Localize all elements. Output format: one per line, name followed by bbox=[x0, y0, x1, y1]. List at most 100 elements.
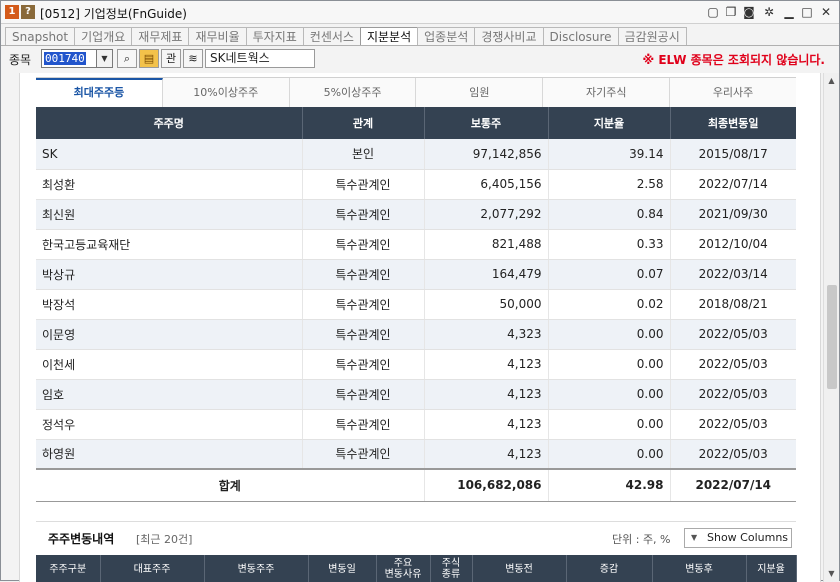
section-divider bbox=[36, 521, 796, 522]
table-cell: 0.00 bbox=[548, 439, 671, 470]
table-cell: 2022/05/03 bbox=[670, 379, 796, 410]
column-header[interactable]: 관계 bbox=[302, 107, 425, 139]
table-cell: 2022/05/03 bbox=[670, 439, 796, 470]
total-cell: 2022/07/14 bbox=[670, 468, 796, 502]
table-cell: 2.58 bbox=[548, 169, 671, 200]
table-cell: 2012/10/04 bbox=[670, 229, 796, 260]
table-cell: 4,123 bbox=[424, 379, 549, 410]
table-row[interactable]: 정석우 특수관계인 4,123 0.00 2022/05/03 bbox=[36, 409, 796, 440]
tab-financial-ratios[interactable]: 재무비율 bbox=[188, 27, 247, 46]
help-badge[interactable]: ? bbox=[21, 5, 35, 19]
subtab-treasury-stock[interactable]: 자기주식 bbox=[543, 78, 671, 108]
table-row[interactable]: 박장석 특수관계인 50,000 0.02 2018/08/21 bbox=[36, 289, 796, 320]
search-icon[interactable]: ⌕ bbox=[117, 49, 137, 68]
table-cell: 0.33 bbox=[548, 229, 671, 260]
scroll-up-icon[interactable]: ▲ bbox=[824, 73, 839, 89]
column-header[interactable]: 주주구분 bbox=[36, 555, 101, 582]
table-cell: 특수관계인 bbox=[302, 409, 425, 440]
subtab-5pct-shareholders[interactable]: 5%이상주주 bbox=[289, 78, 417, 108]
tab-consensus[interactable]: 컨센서스 bbox=[302, 27, 361, 46]
subtab-major-shareholders[interactable]: 최대주주등 bbox=[36, 78, 163, 108]
tab-investment-indicators[interactable]: 투자지표 bbox=[245, 27, 304, 46]
stock-code-input[interactable]: 001740 bbox=[41, 49, 97, 68]
table-row[interactable]: 이문영 특수관계인 4,323 0.00 2022/05/03 bbox=[36, 319, 796, 350]
minimize-icon[interactable]: ▁ bbox=[781, 4, 797, 20]
table-cell: 특수관계인 bbox=[302, 199, 425, 230]
section-subtitle: [최근 20건] bbox=[136, 533, 193, 546]
column-header[interactable]: 주식 종류 bbox=[430, 555, 473, 582]
table-header-row: 주주명 관계 보통주 지분율 최종변동일 bbox=[36, 107, 796, 139]
table-cell: 97,142,856 bbox=[424, 139, 549, 170]
column-header[interactable]: 변동후 bbox=[652, 555, 747, 582]
close-icon[interactable]: ✕ bbox=[818, 4, 834, 20]
layout-icon[interactable]: ▢ bbox=[705, 4, 721, 20]
table-row[interactable]: 한국고등교육재단 특수관계인 821,488 0.33 2012/10/04 bbox=[36, 229, 796, 260]
table-cell: 정석우 bbox=[36, 409, 303, 440]
table-row[interactable]: 박상규 특수관계인 164,479 0.07 2022/03/14 bbox=[36, 259, 796, 290]
column-header[interactable]: 주요 변동사유 bbox=[376, 555, 431, 582]
column-header[interactable]: 대표주주 bbox=[100, 555, 205, 582]
show-columns-button[interactable]: ▼ Show Columns bbox=[684, 528, 792, 548]
tab-snapshot[interactable]: Snapshot bbox=[5, 27, 76, 46]
company-name-field: SK네트웍스 bbox=[205, 49, 315, 68]
table-row[interactable]: 하영원 특수관계인 4,123 0.00 2022/05/03 bbox=[36, 439, 796, 470]
column-header[interactable]: 변동전 bbox=[472, 555, 567, 582]
table-cell: 2022/05/03 bbox=[670, 319, 796, 350]
subtab-employee-stock[interactable]: 우리사주 bbox=[670, 78, 796, 108]
tabs-divider bbox=[1, 45, 839, 46]
maximize-icon[interactable]: □ bbox=[799, 4, 815, 20]
column-header[interactable]: 최종변동일 bbox=[670, 107, 796, 139]
scroll-thumb[interactable] bbox=[827, 285, 837, 389]
table-cell: 2021/09/30 bbox=[670, 199, 796, 230]
column-header[interactable]: 증감 bbox=[566, 555, 653, 582]
table-cell: 특수관계인 bbox=[302, 169, 425, 200]
table-cell: 2022/07/14 bbox=[670, 169, 796, 200]
table-cell: 6,405,156 bbox=[424, 169, 549, 200]
camera-icon[interactable]: ◙ bbox=[741, 4, 757, 20]
subtab-10pct-shareholders[interactable]: 10%이상주주 bbox=[162, 78, 290, 108]
column-header[interactable]: 변동일 bbox=[308, 555, 377, 582]
subtab-executives[interactable]: 임원 bbox=[416, 78, 544, 108]
table-row[interactable]: 최신원 특수관계인 2,077,292 0.84 2021/09/30 bbox=[36, 199, 796, 230]
table-cell: 특수관계인 bbox=[302, 349, 425, 380]
table-cell: 하영원 bbox=[36, 439, 303, 470]
table-cell: 0.00 bbox=[548, 409, 671, 440]
table-cell: 2022/05/03 bbox=[670, 349, 796, 380]
column-header[interactable]: 보통주 bbox=[424, 107, 549, 139]
tab-ownership-analysis[interactable]: 지분분석 bbox=[359, 27, 419, 46]
table-row[interactable]: 임호 특수관계인 4,123 0.00 2022/05/03 bbox=[36, 379, 796, 410]
column-header[interactable]: 지분율 bbox=[548, 107, 671, 139]
table-cell: 0.00 bbox=[548, 319, 671, 350]
chevron-down-icon: ▼ bbox=[691, 533, 698, 542]
column-header[interactable]: 지분율 bbox=[746, 555, 797, 582]
screen-number-badge[interactable]: 1 bbox=[5, 5, 19, 19]
table-row[interactable]: SK 본인 97,142,856 39.14 2015/08/17 bbox=[36, 139, 796, 170]
tab-financial-statements[interactable]: 재무제표 bbox=[131, 27, 190, 46]
favorites-icon[interactable]: ▤ bbox=[139, 49, 159, 68]
tab-fss-disclosure[interactable]: 금감원공시 bbox=[617, 27, 687, 46]
tab-competitor-comparison[interactable]: 경쟁사비교 bbox=[474, 27, 544, 46]
column-header[interactable]: 변동주주 bbox=[204, 555, 309, 582]
table-cell: 4,123 bbox=[424, 439, 549, 470]
unit-label: 단위 : 주, % bbox=[612, 533, 671, 546]
table-row[interactable]: 이천세 특수관계인 4,123 0.00 2022/05/03 bbox=[36, 349, 796, 380]
gear-icon[interactable]: ✲ bbox=[761, 4, 777, 20]
column-header[interactable]: 주주명 bbox=[36, 107, 303, 139]
stack-icon[interactable]: ≋ bbox=[183, 49, 203, 68]
table-cell: 최성환 bbox=[36, 169, 303, 200]
related-button[interactable]: 관 bbox=[161, 49, 181, 68]
tab-disclosure[interactable]: Disclosure bbox=[542, 27, 619, 46]
table-cell: 특수관계인 bbox=[302, 319, 425, 350]
table-cell: 박장석 bbox=[36, 289, 303, 320]
table-row[interactable]: 최성환 특수관계인 6,405,156 2.58 2022/07/14 bbox=[36, 169, 796, 200]
tab-company-overview[interactable]: 기업개요 bbox=[74, 27, 133, 46]
table-cell: 본인 bbox=[302, 139, 425, 170]
chevron-down-icon[interactable]: ▼ bbox=[97, 49, 113, 68]
copy-icon[interactable]: ❐ bbox=[723, 4, 739, 20]
table-cell: 0.02 bbox=[548, 289, 671, 320]
table-cell: 최신원 bbox=[36, 199, 303, 230]
scroll-down-icon[interactable]: ▼ bbox=[824, 566, 839, 582]
tab-industry-analysis[interactable]: 업종분석 bbox=[417, 27, 476, 46]
table-cell: 박상규 bbox=[36, 259, 303, 290]
vertical-scrollbar[interactable]: ▲ ▼ bbox=[823, 73, 839, 582]
